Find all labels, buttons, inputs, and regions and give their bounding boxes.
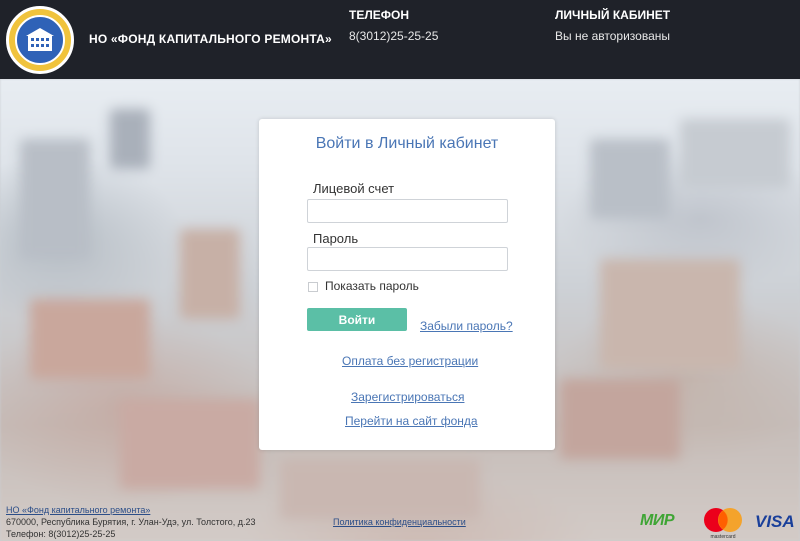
password-input[interactable] <box>307 247 508 271</box>
phone-title: ТЕЛЕФОН <box>349 8 409 22</box>
mastercard-text: mastercard <box>710 534 735 539</box>
building-emblem-icon <box>15 15 65 65</box>
login-button[interactable]: Войти <box>307 308 407 331</box>
show-password-label[interactable]: Показать пароль <box>325 279 419 293</box>
show-password-checkbox[interactable] <box>308 282 318 292</box>
cabinet-status: Вы не авторизованы <box>555 29 671 43</box>
org-name: НО «ФОНД КАПИТАЛЬНОГО РЕМОНТА» <box>89 32 332 46</box>
visa-payment-logo: VISA <box>755 512 795 531</box>
go-to-fund-site-link[interactable]: Перейти на сайт фонда <box>345 414 478 428</box>
forgot-password-link[interactable]: Забыли пароль? <box>420 319 513 333</box>
register-link[interactable]: Зарегистрироваться <box>351 390 464 404</box>
footer-org-link[interactable]: НО «Фонд капитального ремонта» <box>6 505 150 515</box>
password-label: Пароль <box>313 231 359 246</box>
phone-value: 8(3012)25-25-25 <box>349 29 439 43</box>
pay-without-registration-link[interactable]: Оплата без регистрации <box>342 354 478 368</box>
site-header: НО «ФОНД КАПИТАЛЬНОГО РЕМОНТА» ТЕЛЕФОН 8… <box>0 0 800 79</box>
privacy-policy-link[interactable]: Политика конфиденциальности <box>333 517 466 527</box>
login-title: Войти в Личный кабинет <box>315 135 499 152</box>
account-input[interactable] <box>307 199 508 223</box>
logo[interactable] <box>6 6 74 74</box>
footer-phone: Телефон: 8(3012)25-25-25 <box>6 529 116 539</box>
login-card: Войти в Личный кабинет Лицевой счет Паро… <box>259 119 555 450</box>
footer-address: 670000, Республика Бурятия, г. Улан-Удэ,… <box>6 517 256 527</box>
cabinet-title: ЛИЧНЫЙ КАБИНЕТ <box>555 8 671 22</box>
account-label: Лицевой счет <box>313 181 395 196</box>
mir-payment-logo: МИР <box>640 512 675 529</box>
mastercard-logo: mastercard <box>703 507 743 540</box>
